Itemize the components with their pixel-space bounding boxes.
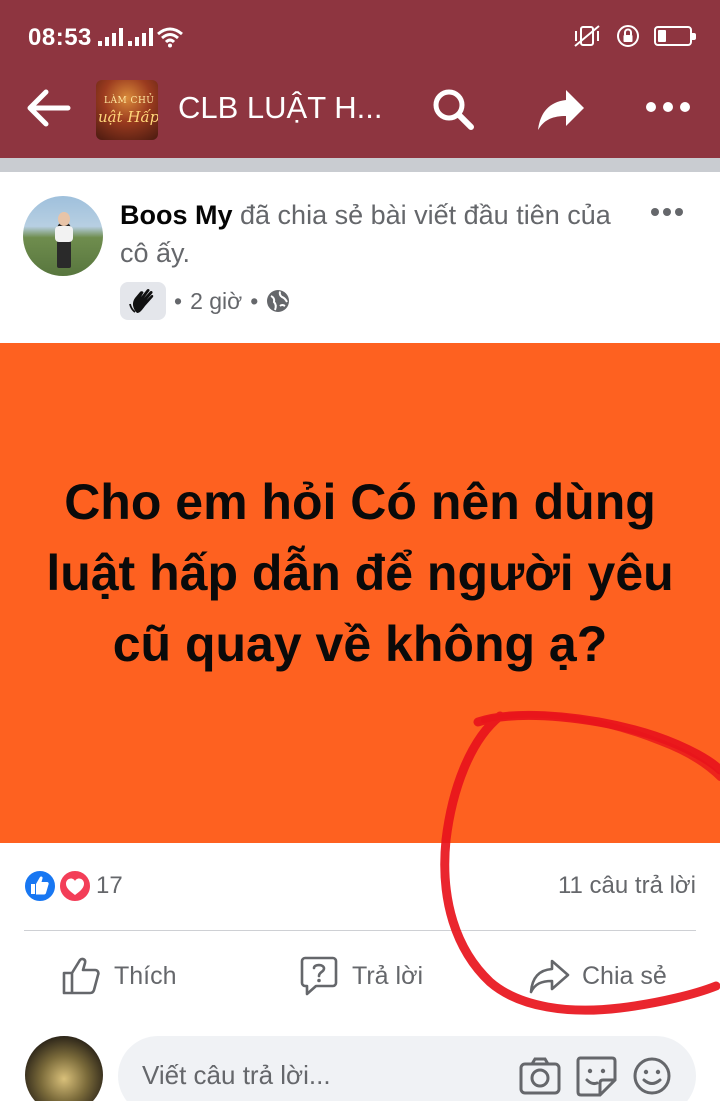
author-name[interactable]: Boos My bbox=[120, 200, 233, 230]
group-thumbnail-text-1: LÀM CHỦ bbox=[104, 96, 155, 106]
post-card-text: Cho em hỏi Có nên dùng luật hấp dẫn để n… bbox=[46, 474, 674, 672]
status-bar: 08:53 bbox=[0, 0, 720, 72]
signal-icon-2 bbox=[128, 28, 153, 46]
reaction-count[interactable]: 17 bbox=[96, 872, 123, 900]
reaction-icons[interactable] bbox=[22, 868, 92, 904]
post-card[interactable]: Cho em hỏi Có nên dùng luật hấp dẫn để n… bbox=[0, 343, 720, 843]
app-bar: LÀM CHỦ uật Hấp D CLB LUẬT H... bbox=[0, 72, 720, 144]
group-thumbnail-text-2: uật Hấp D bbox=[98, 108, 158, 126]
search-icon[interactable] bbox=[430, 86, 476, 132]
share-arrow-icon bbox=[529, 959, 570, 994]
section-divider bbox=[0, 158, 720, 172]
post-meta: • 2 giờ • bbox=[120, 282, 290, 320]
answers-count[interactable]: 11 câu trả lời bbox=[558, 872, 696, 900]
meta-separator: • bbox=[174, 287, 183, 314]
back-arrow-icon[interactable] bbox=[24, 86, 72, 130]
post-time[interactable]: 2 giờ bbox=[190, 288, 242, 315]
group-thumbnail[interactable]: LÀM CHỦ uật Hấp D bbox=[96, 80, 158, 140]
like-label: Thích bbox=[114, 961, 177, 990]
camera-icon[interactable] bbox=[518, 1056, 562, 1096]
meta-separator-2: • bbox=[250, 287, 259, 314]
reply-input-placeholder[interactable]: Viết câu trả lời... bbox=[142, 1060, 331, 1091]
status-icons bbox=[572, 24, 696, 48]
share-button[interactable]: Chia sẻ bbox=[528, 948, 667, 1004]
sticker-icon[interactable] bbox=[574, 1054, 618, 1098]
reply-label: Trả lời bbox=[352, 961, 424, 990]
globe-icon bbox=[267, 290, 290, 312]
question-bubble-icon bbox=[300, 956, 338, 996]
reply-button[interactable]: Trả lời bbox=[298, 948, 423, 1004]
share-label: Chia sẻ bbox=[582, 961, 667, 990]
more-options-icon[interactable] bbox=[644, 100, 692, 114]
wave-badge-icon[interactable] bbox=[120, 282, 166, 320]
post-header-text: Boos My đã chia sẻ bài viết đầu tiên của… bbox=[120, 196, 620, 272]
reply-composer[interactable]: Viết câu trả lời... bbox=[118, 1036, 696, 1101]
group-title[interactable]: CLB LUẬT H... bbox=[178, 90, 382, 126]
author-avatar[interactable] bbox=[23, 196, 103, 276]
my-avatar[interactable] bbox=[25, 1036, 103, 1101]
mute-vibrate-icon bbox=[574, 25, 600, 47]
share-icon[interactable] bbox=[536, 86, 586, 132]
thumbs-up-icon bbox=[62, 957, 100, 995]
post-more-icon[interactable] bbox=[650, 206, 684, 218]
actions-divider bbox=[24, 930, 696, 931]
signal-icon bbox=[98, 28, 123, 46]
lock-rotation-icon bbox=[617, 25, 639, 47]
battery-icon bbox=[654, 26, 696, 46]
status-time: 08:53 bbox=[28, 24, 92, 51]
wifi-icon bbox=[157, 27, 183, 48]
like-button[interactable]: Thích bbox=[60, 948, 177, 1004]
emoji-icon[interactable] bbox=[632, 1056, 672, 1096]
